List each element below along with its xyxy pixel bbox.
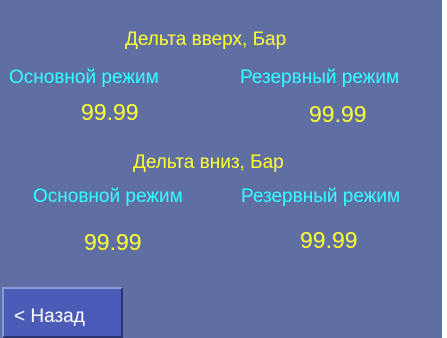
delta-down-title: Дельта вниз, Бар: [133, 152, 284, 173]
delta-up-primary-label: Основной режим: [9, 67, 159, 88]
delta-down-backup-label: Резервный режим: [241, 186, 401, 207]
back-button-label: < Назад: [14, 306, 85, 327]
delta-down-backup-value: 99.99: [300, 227, 358, 253]
delta-down-primary-value: 99.99: [84, 229, 142, 255]
delta-down-primary-label: Основной режим: [33, 186, 183, 207]
delta-up-backup-value: 99.99: [309, 101, 367, 127]
back-button[interactable]: < Назад: [2, 287, 123, 338]
delta-up-primary-value: 99.99: [81, 99, 139, 125]
delta-up-backup-label: Резервный режим: [240, 67, 400, 88]
hmi-panel: Дельта вверх, Бар Основной режим Резервн…: [0, 0, 442, 338]
delta-up-title: Дельта вверх, Бар: [125, 29, 287, 50]
